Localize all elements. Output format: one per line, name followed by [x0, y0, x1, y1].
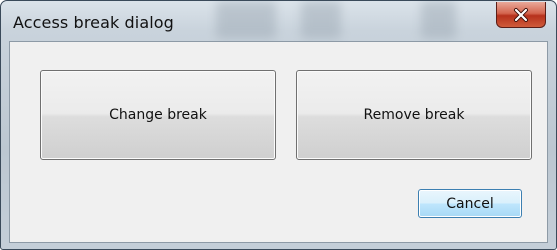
change-break-button[interactable]: Change break [40, 70, 276, 160]
close-icon [513, 7, 529, 22]
remove-break-button[interactable]: Remove break [296, 70, 532, 160]
window-title: Access break dialog [13, 13, 174, 32]
dialog-window: Access break dialog Change break Remove … [0, 0, 557, 250]
title-bar[interactable]: Access break dialog [1, 1, 556, 41]
dialog-content: Change break Remove break Cancel [9, 41, 548, 243]
close-button[interactable] [496, 2, 546, 28]
cancel-button[interactable]: Cancel [418, 189, 522, 218]
